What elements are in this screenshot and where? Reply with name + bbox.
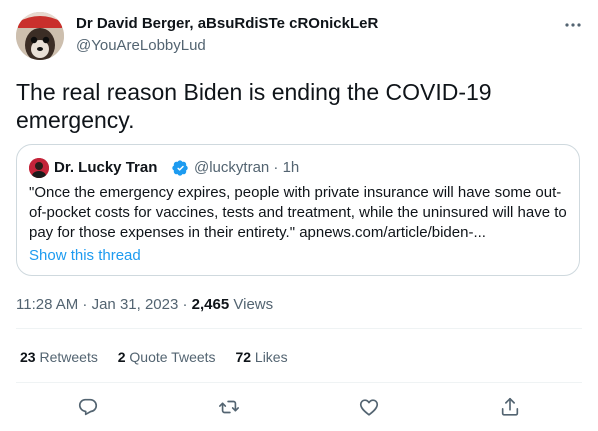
tweet-text: The real reason Biden is ending the COVI… — [16, 79, 492, 133]
retweets-stat[interactable]: 23 Retweets — [20, 349, 98, 365]
likes-stat[interactable]: 72 Likes — [235, 349, 287, 365]
likes-count: 72 — [235, 349, 252, 365]
quoted-author-avatar — [29, 158, 49, 178]
retweets-label: Retweets — [39, 349, 98, 365]
reply-button[interactable] — [77, 396, 99, 418]
quote-tweets-stat[interactable]: 2 Quote Tweets — [118, 349, 216, 365]
likes-label: Likes — [254, 349, 288, 365]
show-thread-link[interactable]: Show this thread — [29, 247, 141, 264]
author-handle[interactable]: @YouAreLobbyLud — [76, 37, 206, 54]
tweet-stats: 23 Retweets 2 Quote Tweets 72 Likes — [20, 349, 304, 365]
author-display-name[interactable]: Dr David Berger, aBsuRdiSTe cROnickLeR — [76, 15, 378, 32]
views-label: Views — [229, 296, 274, 313]
like-icon — [359, 399, 379, 416]
quoted-author-handle-time: @luckytran · 1h — [194, 159, 300, 176]
quote-tweets-label: Quote Tweets — [129, 349, 216, 365]
share-icon — [501, 397, 519, 416]
reply-icon — [78, 398, 98, 416]
retweets-count: 23 — [20, 349, 36, 365]
like-button[interactable] — [358, 396, 380, 418]
action-bar — [0, 396, 598, 420]
divider-top — [16, 328, 582, 329]
verified-badge — [171, 159, 189, 177]
retweet-button[interactable] — [218, 396, 240, 418]
author-avatar[interactable] — [16, 12, 64, 60]
quote-tweets-count: 2 — [117, 349, 126, 365]
tweet-timestamp[interactable]: 11:28 AM · Jan 31, 2023 · — [16, 296, 192, 313]
verified-badge-icon — [172, 160, 188, 176]
share-button[interactable] — [499, 396, 521, 418]
divider-bottom — [16, 382, 582, 383]
quoted-author-name: Dr. Lucky Tran — [54, 159, 158, 176]
more-icon — [565, 23, 581, 27]
quoted-tweet-text: "Once the emergency expires, people with… — [29, 184, 567, 241]
quoted-tweet-card[interactable]: Dr. Lucky Tran @luckytran · 1h "Once the… — [16, 144, 580, 276]
views-count: 2,465 — [191, 296, 230, 313]
more-options-button[interactable] — [560, 14, 586, 36]
retweet-icon — [219, 400, 239, 414]
tweet-meta: 11:28 AM · Jan 31, 2023 · 2,465 Views — [16, 296, 273, 313]
